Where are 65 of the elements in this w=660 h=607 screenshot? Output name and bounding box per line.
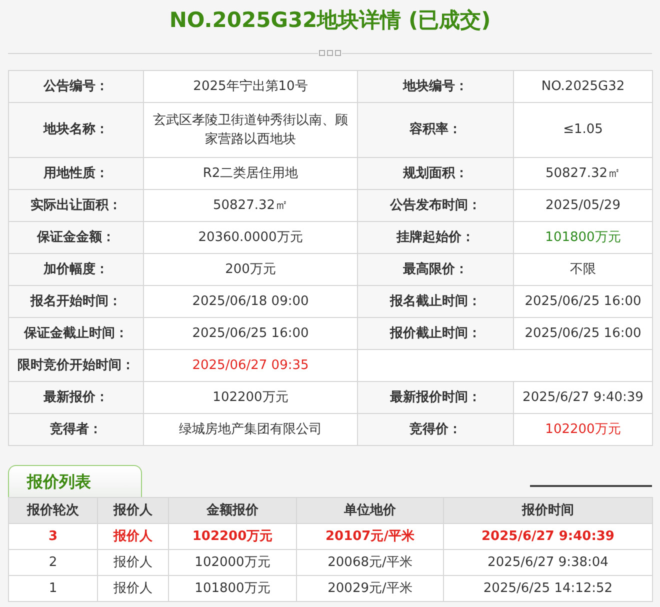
field-value: 200万元 [144, 254, 358, 286]
field-value: 2025/06/25 16:00 [514, 318, 652, 350]
field-value: 绿城房地产集团有限公司 [144, 414, 358, 446]
table-cell: 102200万元 [168, 524, 296, 550]
field-label: 竞得者： [8, 414, 144, 446]
column-header: 报价时间 [444, 498, 652, 524]
field-value: 102200万元 [144, 382, 358, 414]
field-value: ≤1.05 [514, 102, 652, 158]
field-label: 最高限价： [358, 254, 514, 286]
field-value: 50827.32㎡ [144, 190, 358, 222]
field-value: 不限 [514, 254, 652, 286]
field-value: 2025/06/18 09:00 [144, 286, 358, 318]
field-label: 报价截止时间： [358, 318, 514, 350]
ornament-icon [318, 50, 342, 56]
field-value: 101800万元 [514, 222, 652, 254]
bid-list-tab[interactable]: 报价列表 [8, 465, 142, 497]
table-cell: 20029元/平米 [296, 576, 444, 602]
field-label: 保证金金额： [8, 222, 144, 254]
field-value: 2025/06/25 16:00 [144, 318, 358, 350]
field-value: 20360.0000万元 [144, 222, 358, 254]
table-cell: 20107元/平米 [296, 524, 444, 550]
table-cell: 报价人 [98, 550, 168, 576]
field-label: 挂牌起始价： [358, 222, 514, 254]
table-cell: 2025/6/27 9:38:04 [444, 550, 652, 576]
table-cell: 20068元/平米 [296, 550, 444, 576]
field-value: NO.2025G32 [514, 70, 652, 102]
table-cell: 报价人 [98, 524, 168, 550]
field-value: 50827.32㎡ [514, 158, 652, 190]
column-header: 单位地价 [296, 498, 444, 524]
column-header: 报价人 [98, 498, 168, 524]
field-label: 地块名称： [8, 102, 144, 158]
field-label: 公告发布时间： [358, 190, 514, 222]
table-cell: 2 [8, 550, 98, 576]
field-label: 保证金截止时间： [8, 318, 144, 350]
table-cell: 1 [8, 576, 98, 602]
field-value: 2025年宁出第10号 [144, 70, 358, 102]
field-label: 竞得价： [358, 414, 514, 446]
field-label: 实际出让面积： [8, 190, 144, 222]
field-value: 2025/05/29 [514, 190, 652, 222]
table-cell: 101800万元 [168, 576, 296, 602]
field-label: 地块编号： [358, 70, 514, 102]
field-value: 2025/6/27 9:40:39 [514, 382, 652, 414]
field-label: 公告编号： [8, 70, 144, 102]
field-value: 2025/06/27 09:35 [144, 350, 358, 382]
table-cell: 102000万元 [168, 550, 296, 576]
field-label: 加价幅度： [8, 254, 144, 286]
field-label: 最新报价时间： [358, 382, 514, 414]
field-value: 2025/06/25 16:00 [514, 286, 652, 318]
field-value: 玄武区孝陵卫街道钟秀街以南、顾家营路以西地块 [144, 102, 358, 158]
column-header: 金额报价 [168, 498, 296, 524]
table-cell: 3 [8, 524, 98, 550]
table-cell: 2025/6/25 14:12:52 [444, 576, 652, 602]
field-label: 容积率： [358, 102, 514, 158]
page-title: NO.2025G32地块详情 (已成交) [168, 7, 492, 34]
field-label: 报名截止时间： [358, 286, 514, 318]
field-label: 限时竞价开始时间： [8, 350, 144, 382]
column-header: 报价轮次 [8, 498, 98, 524]
table-cell: 2025/6/27 9:40:39 [444, 524, 652, 550]
field-value: R2二类居住用地 [144, 158, 358, 190]
field-label: 规划面积： [358, 158, 514, 190]
field-label: 用地性质： [8, 158, 144, 190]
field-value: 102200万元 [514, 414, 652, 446]
field-label: 报名开始时间： [8, 286, 144, 318]
table-cell: 报价人 [98, 576, 168, 602]
field-label: 最新报价： [8, 382, 144, 414]
